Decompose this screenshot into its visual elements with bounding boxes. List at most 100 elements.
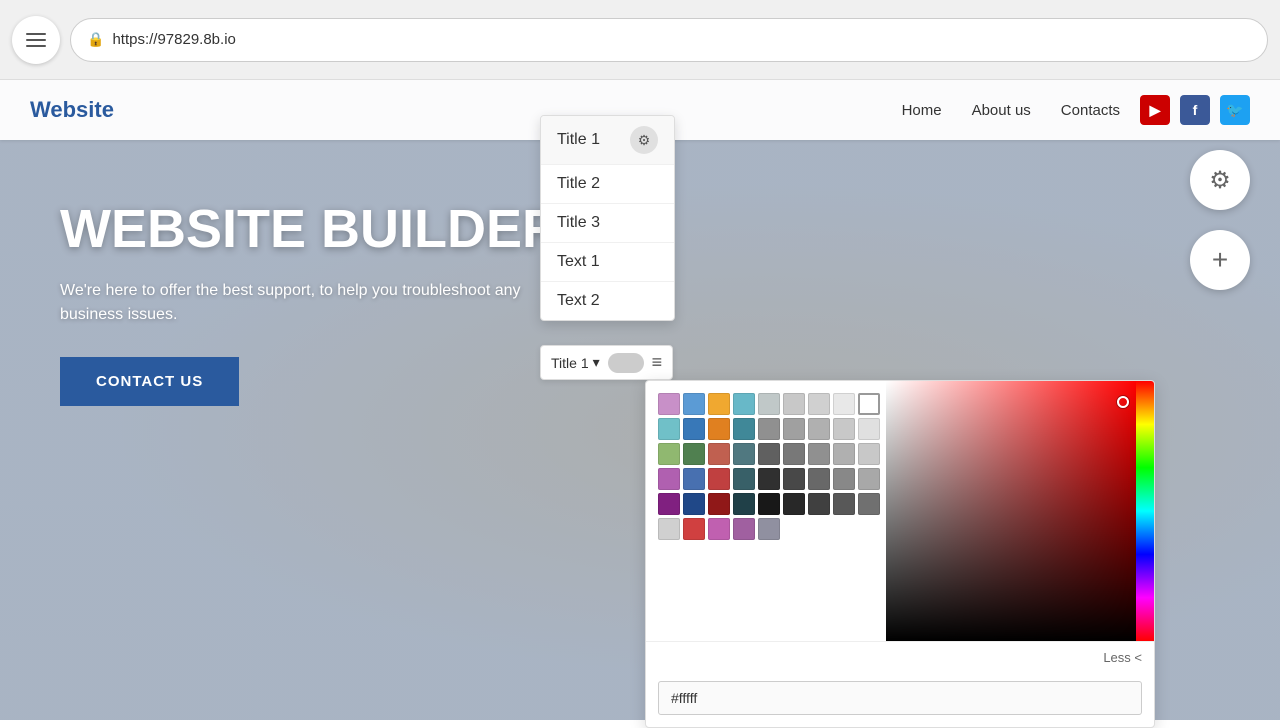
swatch[interactable] — [733, 468, 755, 490]
swatch[interactable] — [708, 493, 730, 515]
swatch[interactable] — [708, 518, 730, 540]
swatch[interactable] — [783, 493, 805, 515]
swatch[interactable] — [733, 418, 755, 440]
swatch[interactable] — [733, 443, 755, 465]
swatch[interactable] — [833, 468, 855, 490]
swatch[interactable] — [808, 393, 830, 415]
swatch[interactable] — [658, 493, 680, 515]
lock-icon: 🔒 — [87, 31, 104, 48]
swatch[interactable] — [783, 443, 805, 465]
swatch[interactable] — [758, 493, 780, 515]
toolbar-toggle[interactable] — [608, 353, 644, 373]
swatch[interactable] — [808, 468, 830, 490]
swatch[interactable] — [808, 443, 830, 465]
site-nav: Home About us Contacts — [902, 102, 1120, 119]
browser-menu-button[interactable] — [12, 16, 60, 64]
swatch[interactable] — [683, 393, 705, 415]
dropdown-item-text1[interactable]: Text 1 — [541, 243, 674, 282]
menu-line — [26, 33, 46, 35]
dropdown-item-title2[interactable]: Title 2 — [541, 165, 674, 204]
swatch[interactable] — [708, 468, 730, 490]
menu-line — [26, 45, 46, 47]
facebook-icon[interactable]: f — [1180, 95, 1210, 125]
dropdown-container: Title 1 ⚙ Title 2 Title 3 Text 1 Text 2 — [540, 115, 675, 321]
swatch[interactable] — [683, 518, 705, 540]
swatch[interactable] — [758, 468, 780, 490]
menu-line — [26, 39, 46, 41]
dropdown-item-label: Title 2 — [557, 175, 600, 193]
toolbar-title-label[interactable]: Title 1 ▾ — [551, 354, 600, 371]
hex-input[interactable] — [658, 681, 1142, 715]
swatch[interactable] — [733, 493, 755, 515]
picker-crosshair — [1117, 396, 1129, 408]
swatch[interactable] — [858, 468, 880, 490]
site-logo: Website — [30, 97, 902, 123]
swatch[interactable] — [783, 468, 805, 490]
swatch[interactable] — [658, 393, 680, 415]
swatch[interactable] — [783, 418, 805, 440]
color-picker-panel: Less < — [645, 380, 1155, 728]
gradient-brightness — [886, 381, 1136, 641]
swatch[interactable] — [758, 393, 780, 415]
youtube-icon[interactable]: ▶ — [1140, 95, 1170, 125]
nav-home[interactable]: Home — [902, 102, 942, 119]
swatch[interactable] — [708, 393, 730, 415]
swatch[interactable] — [858, 443, 880, 465]
hero-title: WEBSITE BUILDER — [60, 200, 580, 259]
swatch[interactable] — [833, 493, 855, 515]
gradient-picker[interactable] — [886, 381, 1154, 641]
swatch[interactable] — [683, 493, 705, 515]
swatch[interactable] — [658, 443, 680, 465]
nav-contacts[interactable]: Contacts — [1061, 102, 1120, 119]
dropdown-item-label: Text 2 — [557, 292, 600, 310]
swatch[interactable] — [858, 418, 880, 440]
dropdown-item-label: Title 3 — [557, 214, 600, 232]
contact-us-button[interactable]: CONTACT US — [60, 357, 239, 406]
less-btn-row: Less < — [646, 641, 1154, 673]
swatch[interactable] — [708, 443, 730, 465]
nav-about[interactable]: About us — [972, 102, 1031, 119]
align-icon[interactable]: ≡ — [652, 352, 663, 373]
toolbar-title-text: Title 1 — [551, 355, 589, 371]
swatch[interactable] — [833, 443, 855, 465]
swatches-panel — [646, 381, 886, 641]
fab-add-button[interactable]: + — [1190, 230, 1250, 290]
swatch[interactable] — [783, 393, 805, 415]
less-button[interactable]: Less < — [1103, 650, 1142, 665]
fab-settings-button[interactable]: ⚙ — [1190, 150, 1250, 210]
swatch[interactable] — [708, 418, 730, 440]
swatch[interactable] — [858, 493, 880, 515]
social-icons: ▶ f 🐦 — [1140, 95, 1250, 125]
swatch[interactable] — [683, 418, 705, 440]
swatch[interactable] — [733, 393, 755, 415]
swatch[interactable] — [658, 518, 680, 540]
swatch[interactable] — [683, 468, 705, 490]
swatch[interactable] — [833, 393, 855, 415]
plus-icon: + — [1212, 244, 1228, 276]
swatch[interactable] — [758, 443, 780, 465]
swatch[interactable] — [658, 418, 680, 440]
hex-row — [646, 673, 1154, 727]
swatch-white[interactable] — [858, 393, 880, 415]
swatch[interactable] — [758, 518, 780, 540]
swatch[interactable] — [683, 443, 705, 465]
swatch[interactable] — [658, 468, 680, 490]
twitter-icon[interactable]: 🐦 — [1220, 95, 1250, 125]
cog-icon: ⚙ — [638, 132, 651, 149]
hero-content: WEBSITE BUILDER We're here to offer the … — [60, 200, 580, 406]
text-toolbar: Title 1 ▾ ≡ — [540, 345, 673, 380]
hue-bar[interactable] — [1136, 381, 1154, 641]
dropdown-item-text2[interactable]: Text 2 — [541, 282, 674, 320]
color-picker-inner — [646, 381, 1154, 641]
swatch[interactable] — [758, 418, 780, 440]
dropdown-item-title1[interactable]: Title 1 ⚙ — [541, 116, 674, 165]
dropdown-settings-cog[interactable]: ⚙ — [630, 126, 658, 154]
swatch[interactable] — [733, 518, 755, 540]
dropdown-item-title3[interactable]: Title 3 — [541, 204, 674, 243]
swatch[interactable] — [808, 418, 830, 440]
address-bar[interactable]: 🔒 https://97829.8b.io — [70, 18, 1268, 62]
swatch[interactable] — [808, 493, 830, 515]
browser-chrome: 🔒 https://97829.8b.io — [0, 0, 1280, 80]
swatch[interactable] — [833, 418, 855, 440]
swatches-grid — [658, 393, 874, 540]
